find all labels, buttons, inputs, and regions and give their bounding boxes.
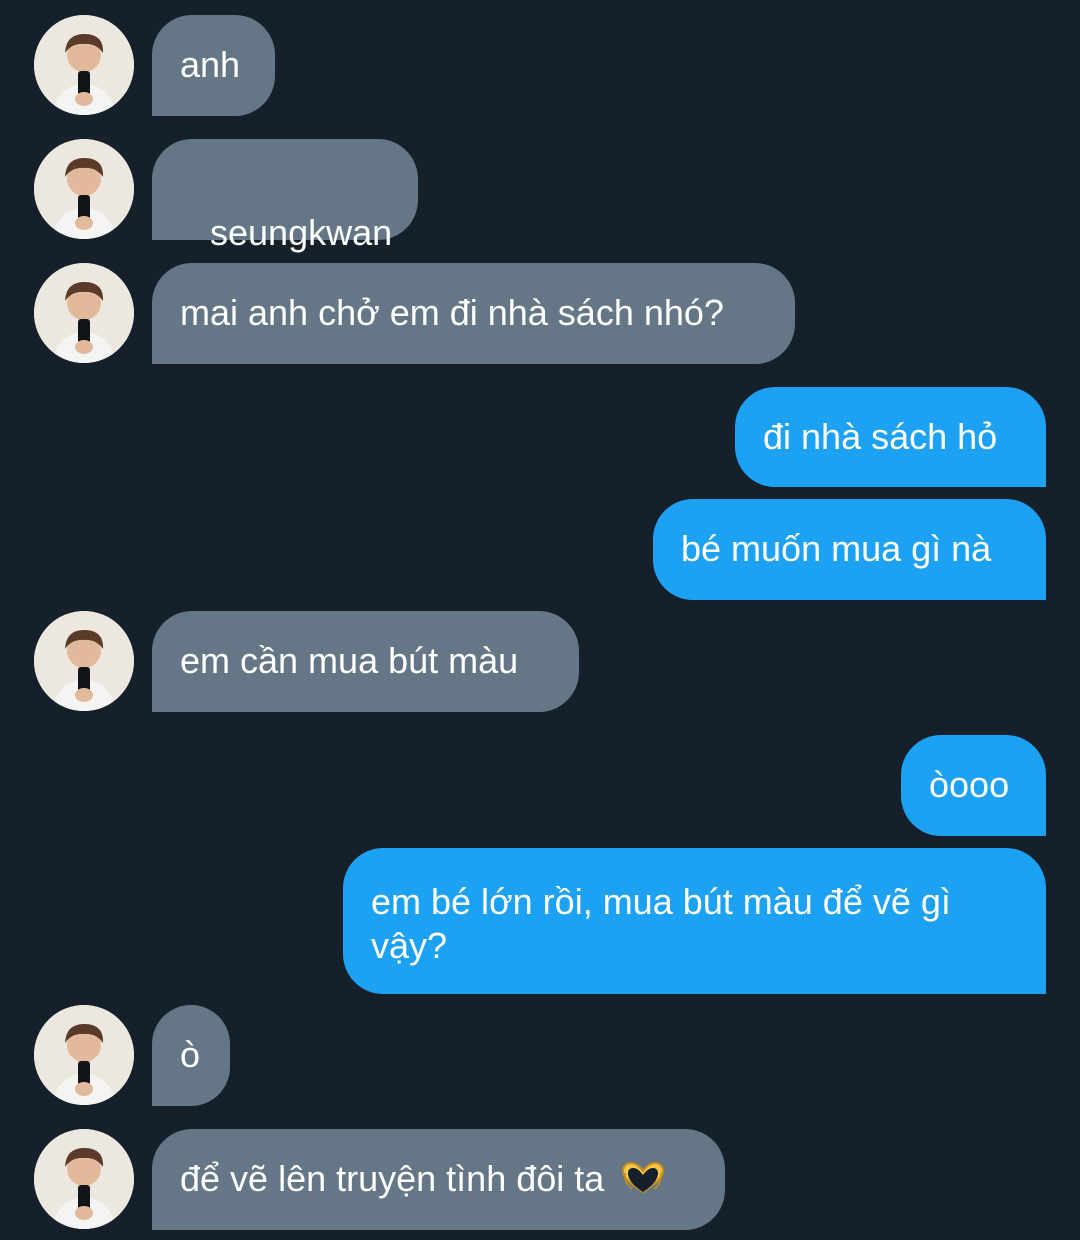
outgoing-message[interactable]: đi nhà sách hỏ (735, 387, 1046, 487)
message-text: em bé lớn rồi, mua bút màu để vẽ gì vậy? (371, 881, 951, 966)
avatar-photo-icon (34, 15, 134, 115)
outgoing-message[interactable]: bé muốn mua gì nà (653, 499, 1046, 600)
incoming-message[interactable]: mai anh chở em đi nhà sách nhó? (152, 263, 795, 364)
message-text: seungkwan (200, 212, 393, 253)
message-text: ò (180, 1034, 201, 1075)
message-text: anh (180, 44, 241, 85)
message-text: đi nhà sách hỏ (763, 416, 998, 457)
avatar-photo-icon (34, 1005, 134, 1105)
message-text: òooo (929, 764, 1010, 805)
heart-hands-emoji-icon (620, 1161, 666, 1205)
message-text: bé muốn mua gì nà (681, 528, 992, 569)
message-text: để vẽ lên truyện tình đôi ta (180, 1158, 605, 1199)
avatar[interactable] (34, 15, 134, 115)
outgoing-message[interactable]: em bé lớn rồi, mua bút màu để vẽ gì vậy? (343, 848, 1046, 994)
avatar-photo-icon (34, 139, 134, 239)
avatar[interactable] (34, 1005, 134, 1105)
message-text: mai anh chở em đi nhà sách nhó? (180, 292, 724, 333)
incoming-message[interactable]: seungkwan (152, 139, 418, 253)
avatar[interactable] (34, 611, 134, 711)
avatar[interactable] (34, 263, 134, 363)
outgoing-message[interactable]: òooo (901, 735, 1046, 836)
avatar-photo-icon (34, 611, 134, 711)
message-text: em cần mua bút màu (180, 640, 519, 681)
incoming-message[interactable]: ò (152, 1005, 230, 1106)
incoming-message[interactable]: anh (152, 15, 275, 116)
avatar-photo-icon (34, 1129, 134, 1229)
avatar-photo-icon (34, 263, 134, 363)
avatar[interactable] (34, 139, 134, 239)
avatar[interactable] (34, 1129, 134, 1229)
incoming-message[interactable]: để vẽ lên truyện tình đôi ta (152, 1129, 725, 1230)
incoming-message[interactable]: em cần mua bút màu (152, 611, 579, 712)
